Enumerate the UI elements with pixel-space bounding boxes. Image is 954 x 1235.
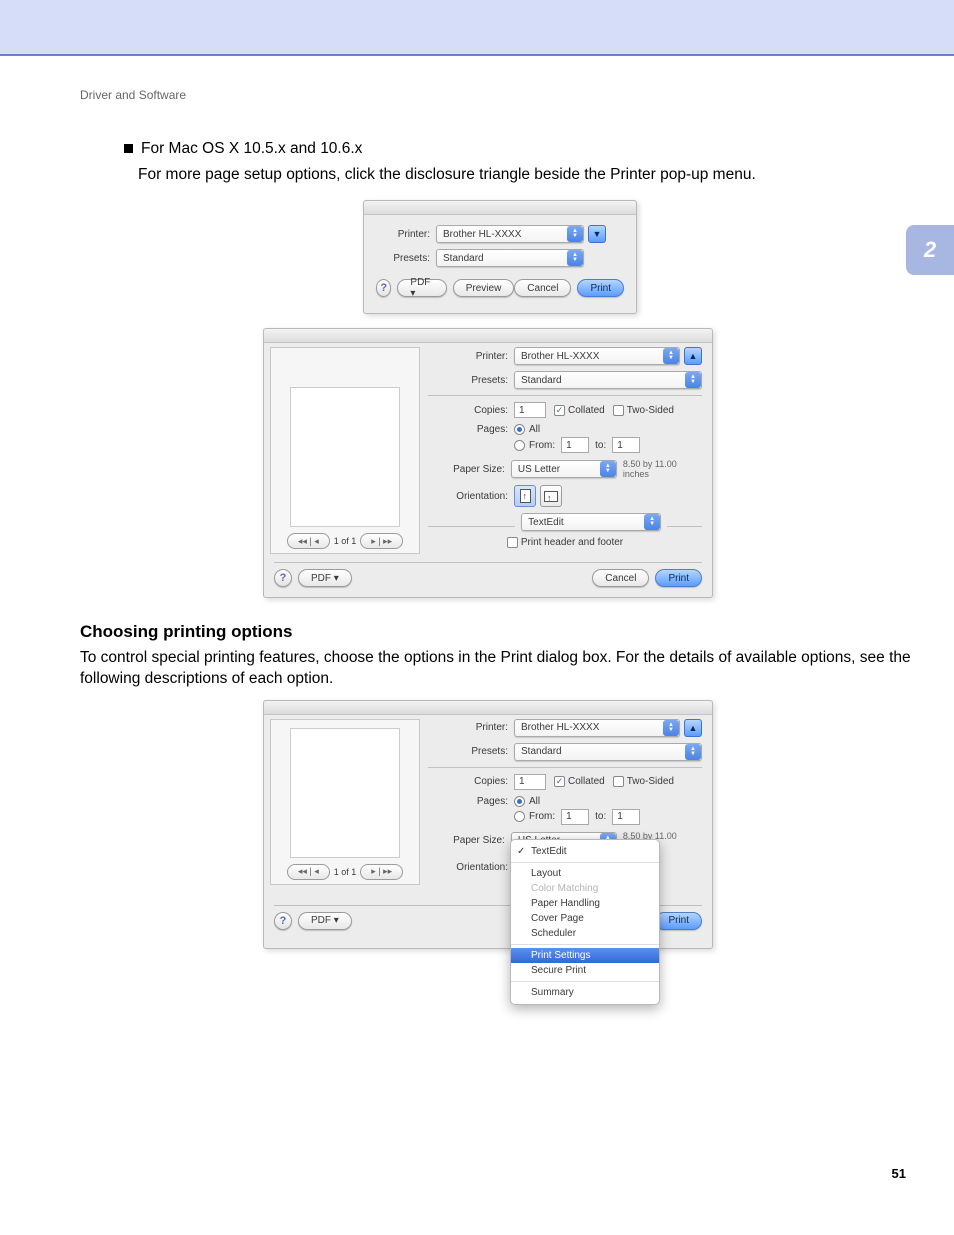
disclosure-triangle-button[interactable]: ▼ [588, 225, 606, 243]
page-header-band [0, 0, 954, 56]
menu-item-color-matching[interactable]: Color Matching [511, 881, 659, 896]
orientation-label: Orientation: [428, 862, 514, 873]
print-preview-pane: ◂◂ | ◂ 1 of 1 ▸ | ▸▸ [270, 347, 420, 554]
printer-label: Printer: [428, 722, 514, 733]
body-text: For more page setup options, click the d… [138, 166, 920, 184]
section-heading: Choosing printing options [80, 622, 920, 642]
print-dialog-with-menu: ◂◂ | ◂ 1 of 1 ▸ | ▸▸ Printer: Brother HL… [263, 700, 713, 949]
pages-label: Pages: [428, 424, 514, 435]
preview-button[interactable]: Preview [453, 279, 515, 297]
print-header-footer-checkbox[interactable]: Print header and footer [507, 537, 623, 548]
to-label: to: [595, 440, 606, 451]
orientation-label: Orientation: [428, 491, 514, 502]
menu-item-textedit[interactable]: TextEdit [511, 844, 659, 859]
to-field[interactable]: 1 [612, 437, 640, 453]
section-select[interactable]: TextEdit ▲▼ [521, 513, 661, 531]
pdf-menu-button[interactable]: PDF ▾ [298, 569, 352, 587]
menu-item-print-settings[interactable]: Print Settings [511, 948, 659, 963]
menu-item-layout[interactable]: Layout [511, 866, 659, 881]
print-button[interactable]: Print [655, 912, 702, 930]
presets-select[interactable]: Standard ▲▼ [514, 371, 702, 389]
prev-page-button[interactable]: ◂◂ | ◂ [287, 864, 330, 880]
pages-label: Pages: [428, 796, 514, 807]
breadcrumb: Driver and Software [80, 88, 186, 102]
next-page-button[interactable]: ▸ | ▸▸ [360, 533, 403, 549]
page-number: 51 [892, 1166, 906, 1181]
copies-label: Copies: [428, 405, 514, 416]
page-indicator: 1 of 1 [334, 536, 357, 546]
print-dialog-collapsed: Printer: Brother HL-XXXX ▲▼ ▼ Presets: S… [363, 200, 637, 314]
dropdown-arrows-icon: ▲▼ [663, 720, 679, 736]
from-field[interactable]: 1 [561, 809, 589, 825]
dropdown-arrows-icon: ▲▼ [600, 461, 616, 477]
copies-field[interactable]: 1 [514, 774, 546, 790]
collated-checkbox[interactable]: ✓Collated [554, 776, 605, 787]
two-sided-checkbox[interactable]: Two-Sided [613, 776, 674, 787]
menu-item-scheduler[interactable]: Scheduler [511, 926, 659, 941]
help-button[interactable]: ? [274, 912, 292, 930]
pdf-menu-button[interactable]: PDF ▾ [397, 279, 446, 297]
pages-all-radio[interactable]: All [514, 796, 540, 807]
disclosure-triangle-button[interactable]: ▲ [684, 719, 702, 737]
help-button[interactable]: ? [274, 569, 292, 587]
dropdown-arrows-icon: ▲▼ [567, 250, 583, 266]
orientation-portrait-button[interactable]: ↑ [514, 485, 536, 507]
disclosure-triangle-button[interactable]: ▲ [684, 347, 702, 365]
print-preview-pane: ◂◂ | ◂ 1 of 1 ▸ | ▸▸ [270, 719, 420, 885]
collated-checkbox[interactable]: ✓Collated [554, 405, 605, 416]
presets-select[interactable]: Standard ▲▼ [436, 249, 584, 267]
help-button[interactable]: ? [376, 279, 391, 297]
cancel-button[interactable]: Cancel [514, 279, 571, 297]
dropdown-arrows-icon: ▲▼ [685, 744, 701, 760]
dropdown-arrows-icon: ▲▼ [644, 514, 660, 530]
next-page-button[interactable]: ▸ | ▸▸ [360, 864, 403, 880]
page-indicator: 1 of 1 [334, 867, 357, 877]
pages-from-radio[interactable]: From: [514, 440, 555, 451]
pages-all-radio[interactable]: All [514, 424, 540, 435]
pdf-menu-button[interactable]: PDF ▾ [298, 912, 352, 930]
copies-field[interactable]: 1 [514, 402, 546, 418]
presets-label: Presets: [428, 746, 514, 757]
presets-label: Presets: [376, 253, 436, 264]
section-body: To control special printing features, ch… [80, 648, 920, 690]
print-button[interactable]: Print [655, 569, 702, 587]
pages-from-radio[interactable]: From: [514, 811, 555, 822]
menu-item-summary[interactable]: Summary [511, 985, 659, 1000]
paper-size-label: Paper Size: [428, 835, 511, 846]
menu-item-secure-print[interactable]: Secure Print [511, 963, 659, 978]
paper-size-select[interactable]: US Letter ▲▼ [511, 460, 617, 478]
from-field[interactable]: 1 [561, 437, 589, 453]
to-label: to: [595, 811, 606, 822]
cancel-button[interactable]: Cancel [592, 569, 649, 587]
to-field[interactable]: 1 [612, 809, 640, 825]
orientation-landscape-button[interactable]: ↑ [540, 485, 562, 507]
bullet-heading: For Mac OS X 10.5.x and 10.6.x [124, 140, 920, 158]
paper-size-label: Paper Size: [428, 464, 511, 475]
dropdown-arrows-icon: ▲▼ [567, 226, 583, 242]
two-sided-checkbox[interactable]: Two-Sided [613, 405, 674, 416]
printer-select[interactable]: Brother HL-XXXX ▲▼ [514, 719, 680, 737]
square-bullet-icon [124, 144, 133, 153]
section-popup-menu: TextEdit Layout Color Matching Paper Han… [510, 839, 660, 1005]
menu-item-paper-handling[interactable]: Paper Handling [511, 896, 659, 911]
print-button[interactable]: Print [577, 279, 624, 297]
printer-select[interactable]: Brother HL-XXXX ▲▼ [514, 347, 680, 365]
paper-dimensions: 8.50 by 11.00 inches [623, 459, 702, 479]
dropdown-arrows-icon: ▲▼ [663, 348, 679, 364]
copies-label: Copies: [428, 776, 514, 787]
menu-item-cover-page[interactable]: Cover Page [511, 911, 659, 926]
dropdown-arrows-icon: ▲▼ [685, 372, 701, 388]
presets-label: Presets: [428, 375, 514, 386]
prev-page-button[interactable]: ◂◂ | ◂ [287, 533, 330, 549]
presets-select[interactable]: Standard ▲▼ [514, 743, 702, 761]
print-dialog-expanded: ◂◂ | ◂ 1 of 1 ▸ | ▸▸ Printer: Brother HL… [263, 328, 713, 598]
printer-label: Printer: [428, 351, 514, 362]
printer-label: Printer: [376, 229, 436, 240]
printer-select[interactable]: Brother HL-XXXX ▲▼ [436, 225, 584, 243]
